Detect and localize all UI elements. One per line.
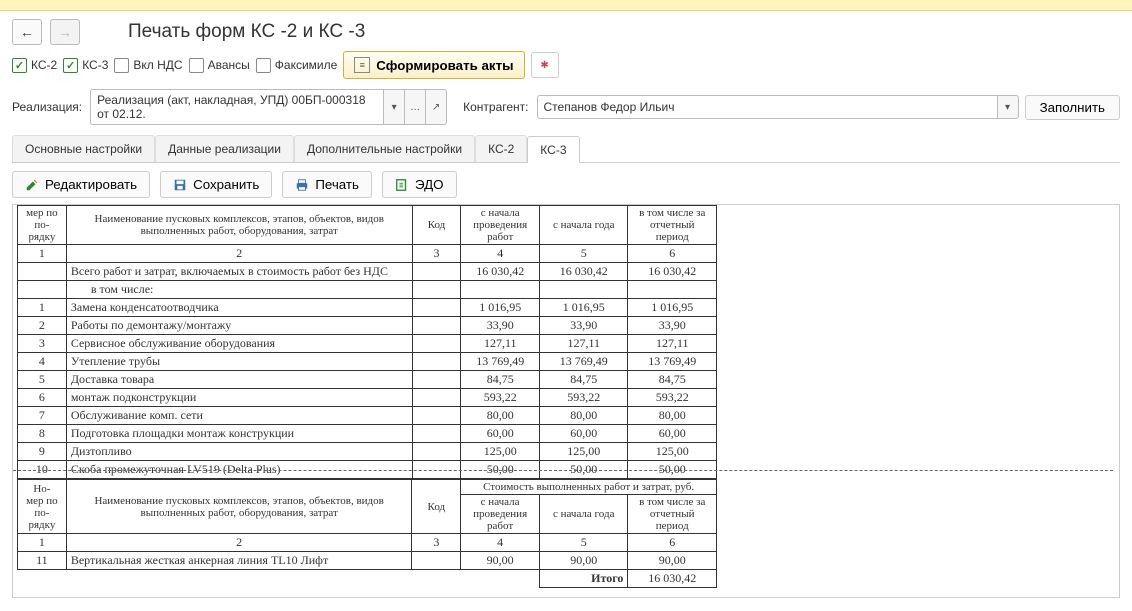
- tab-realization-data[interactable]: Данные реализации: [155, 135, 294, 162]
- itogo-label: Итого: [540, 570, 628, 588]
- table-row: 9Дизтопливо125,00125,00125,00: [18, 443, 717, 461]
- col-head-from-year2: с начала года: [540, 495, 628, 534]
- total-works-row: Всего работ и затрат, включаемых в стоим…: [66, 263, 412, 281]
- col-head-code2: Код: [412, 480, 461, 534]
- checkbox-empty-icon: [189, 58, 204, 73]
- checkbox-nds[interactable]: Вкл НДС: [114, 58, 182, 73]
- checkbox-mark-icon: [63, 58, 78, 73]
- edit-button[interactable]: Редактировать: [12, 171, 150, 198]
- table-row: 8Подготовка площадки монтаж конструкции6…: [18, 425, 717, 443]
- header-notification-bar: [0, 0, 1132, 11]
- including-row: в том числе:: [66, 281, 412, 299]
- pencil-icon: [25, 178, 39, 192]
- col-head-code: Код: [412, 206, 461, 245]
- col-num-1: 1: [18, 245, 67, 263]
- table-row: 1Замена конденсатоотводчика1 016,951 016…: [18, 299, 717, 317]
- contragent-dropdown-button[interactable]: ▾: [998, 95, 1019, 119]
- edo-button[interactable]: ЭДО: [382, 171, 457, 198]
- col-head-period2: в том числе за отчетный период: [628, 495, 717, 534]
- arrow-left-icon: ←: [20, 25, 34, 39]
- open-button[interactable]: ↗: [426, 89, 447, 125]
- cost-header: Стоимость выполненных работ и затрат, ру…: [461, 480, 717, 495]
- col-head-name: Наименование пусковых комплексов, этапов…: [66, 206, 412, 245]
- checkbox-empty-icon: [114, 58, 129, 73]
- col-head-num: мер попо-рядку: [18, 206, 67, 245]
- tab-main-settings[interactable]: Основные настройки: [12, 135, 155, 162]
- contragent-input[interactable]: Степанов Федор Ильич: [537, 95, 998, 119]
- checkbox-fax[interactable]: Факсимиле: [256, 58, 338, 73]
- print-preview-area[interactable]: мер попо-рядку Наименование пусковых ком…: [12, 204, 1120, 598]
- tab-ks3[interactable]: КС-3: [527, 136, 579, 163]
- table-row: 5Доставка товара84,7584,7584,75: [18, 371, 717, 389]
- itogo-value: 16 030,42: [628, 570, 717, 588]
- nav-back-button[interactable]: ←: [12, 19, 42, 45]
- fill-button[interactable]: Заполнить: [1025, 95, 1120, 120]
- col-num-5: 5: [540, 245, 628, 263]
- generate-acts-button[interactable]: ≡ Сформировать акты: [343, 51, 524, 79]
- col-head-from-start2: с начала проведения работ: [461, 495, 540, 534]
- open-link-icon: ↗: [432, 102, 440, 113]
- extra-action-button[interactable]: ✱: [531, 52, 559, 78]
- chevron-down-icon: ▾: [1005, 102, 1010, 113]
- page-break-line: [13, 470, 1113, 471]
- table-row: 3Сервисное обслуживание оборудования127,…: [18, 335, 717, 353]
- col-head-name2: Наименование пусковых комплексов, этапов…: [66, 480, 412, 534]
- col-head-from-start: с начала проведения работ: [461, 206, 540, 245]
- edo-icon: [395, 178, 409, 192]
- tab-ks2[interactable]: КС-2: [475, 135, 527, 162]
- table-row: 4Утепление трубы13 769,4913 769,4913 769…: [18, 353, 717, 371]
- print-button[interactable]: Печать: [282, 171, 372, 198]
- ellipsis-icon: …: [410, 102, 420, 113]
- sparkle-icon: ✱: [540, 60, 548, 71]
- col-head-num2: Но-мер попо-рядку: [18, 480, 67, 534]
- col-num-3: 3: [412, 245, 461, 263]
- tab-bar: Основные настройки Данные реализации Доп…: [12, 135, 1120, 163]
- chevron-down-icon: ▾: [392, 102, 397, 113]
- checkbox-ks2[interactable]: КС-2: [12, 58, 57, 73]
- col-num-2: 2: [66, 245, 412, 263]
- checkbox-mark-icon: [12, 58, 27, 73]
- checkbox-ks3[interactable]: КС-3: [63, 58, 108, 73]
- table-row: 6монтаж подконструкции593,22593,22593,22: [18, 389, 717, 407]
- table-row: 2Работы по демонтажу/монтажу33,9033,9033…: [18, 317, 717, 335]
- document-icon: ≡: [354, 57, 370, 73]
- realization-input[interactable]: Реализация (акт, накладная, УПД) 00БП-00…: [90, 89, 384, 125]
- contragent-label: Контрагент:: [463, 100, 528, 114]
- col-head-period: в том числе за отчетный период: [628, 206, 717, 245]
- checkbox-empty-icon: [256, 58, 271, 73]
- select-button[interactable]: …: [405, 89, 426, 125]
- table-row: 7Обслуживание комп. сети80,0080,0080,00: [18, 407, 717, 425]
- realization-label: Реализация:: [12, 100, 82, 114]
- col-num-6: 6: [628, 245, 717, 263]
- col-num-4: 4: [461, 245, 540, 263]
- page-title: Печать форм КС -2 и КС -3: [128, 21, 365, 43]
- arrow-right-icon: →: [58, 25, 72, 39]
- printer-icon: [295, 178, 309, 192]
- dropdown-button[interactable]: ▾: [384, 89, 405, 125]
- col-head-from-year: с начала года: [540, 206, 628, 245]
- floppy-icon: [173, 178, 187, 192]
- checkbox-advances[interactable]: Авансы: [189, 58, 250, 73]
- nav-forward-button: →: [50, 19, 80, 45]
- save-button[interactable]: Сохранить: [160, 171, 272, 198]
- tab-extra-settings[interactable]: Дополнительные настройки: [294, 135, 475, 162]
- table-row: 11 Вертикальная жесткая анкерная линия T…: [18, 552, 717, 570]
